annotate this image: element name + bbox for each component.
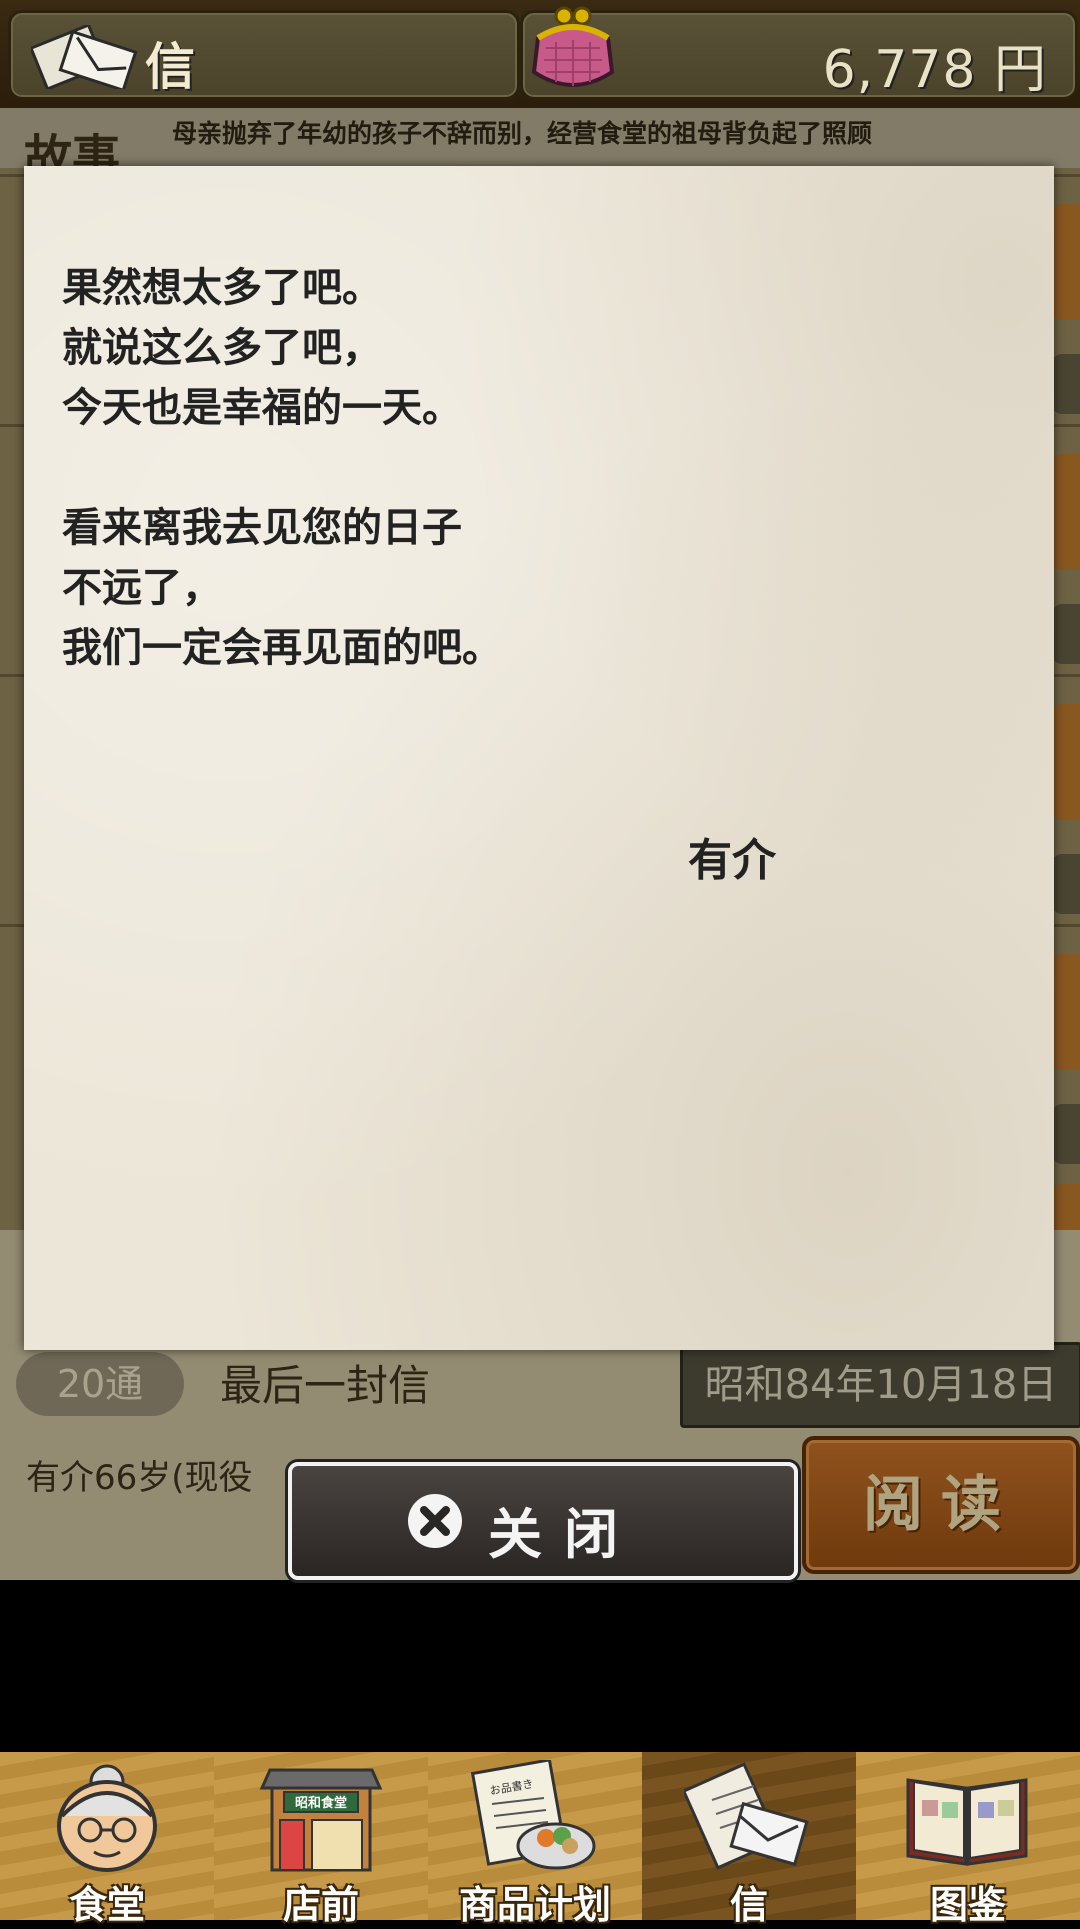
read-tab[interactable] — [1052, 454, 1080, 570]
story-text: 母亲抛弃了年幼的孩子不辞而别，经营食堂的祖母背负起了照顾 — [172, 119, 873, 148]
nav-label: 店前 — [282, 1883, 359, 1927]
letter-line: 不远了， — [62, 565, 222, 611]
menu-plan-icon: お品書き — [470, 1760, 596, 1870]
nav-item-product-plan[interactable]: お品書き 商品计划 — [428, 1752, 645, 1927]
letter-line: 果然想太多了吧。 — [62, 265, 382, 311]
grandma-icon — [57, 1764, 157, 1872]
purse-icon — [531, 6, 615, 87]
letter-line: 看来离我去见您的日子 — [62, 505, 462, 551]
read-button[interactable]: 阅读 — [802, 1436, 1080, 1574]
envelope-icon — [31, 25, 138, 89]
nav-label: 食堂 — [68, 1883, 145, 1927]
letter-body: 果然想太多了吧。 就说这么多了吧， 今天也是幸福的一天。 看来离我去见您的日子 … — [62, 258, 962, 678]
letter-count-badge: 20通 — [16, 1352, 184, 1416]
letter-line: 今天也是幸福的一天。 — [62, 385, 462, 431]
date-tab — [1052, 854, 1080, 914]
title-panel: 信 — [8, 10, 520, 100]
book-icon — [906, 1778, 1028, 1866]
nav-item-shop-front[interactable]: 昭和食堂 店前 — [214, 1752, 431, 1927]
nav-label: 信 — [729, 1883, 768, 1927]
shop-sign-text: 昭和食堂 — [295, 1795, 347, 1811]
letters-icon — [684, 1762, 809, 1870]
read-button-label: 阅读 — [863, 1470, 1019, 1540]
letter-description: 有介66岁(现役 — [26, 1458, 253, 1498]
date-tab — [1052, 604, 1080, 664]
close-icon — [408, 1494, 462, 1548]
nav-label: 商品计划 — [458, 1883, 611, 1927]
nav-label: 图鉴 — [929, 1883, 1006, 1927]
letter-line — [62, 438, 962, 498]
close-button-label: 关闭 — [488, 1503, 640, 1566]
letter-date: 昭和84年10月18日 — [680, 1342, 1080, 1428]
money-amount: 6,778 円 — [822, 40, 1047, 100]
shop-front-icon: 昭和食堂 — [259, 1768, 383, 1872]
nav-item-encyclopedia[interactable]: 图鉴 — [856, 1752, 1080, 1927]
read-tab[interactable] — [1052, 704, 1080, 820]
nav-item-canteen[interactable]: 食堂 — [0, 1752, 217, 1927]
letter-paper: 果然想太多了吧。 就说这么多了吧， 今天也是幸福的一天。 看来离我去见您的日子 … — [24, 166, 1054, 1350]
date-tab — [1052, 1104, 1080, 1164]
top-header: 信 6,778 円 — [0, 0, 1080, 108]
bottom-nav: 食堂 昭和食堂 店前 お品書き 商品计划 信 图鉴 — [0, 1752, 1080, 1927]
letter-line: 我们一定会再见面的吧。 — [62, 625, 502, 671]
close-button[interactable]: 关闭 — [288, 1462, 798, 1580]
letter-title: 最后一封信 — [220, 1361, 431, 1410]
story-band: 故事 母亲抛弃了年幼的孩子不辞而别，经营食堂的祖母背负起了照顾 — [0, 108, 1080, 186]
letter-line: 就说这么多了吧， — [62, 325, 382, 371]
page-title: 信 — [145, 38, 195, 96]
letter-signature: 有介 — [688, 835, 776, 886]
date-tab — [1052, 354, 1080, 414]
nav-item-letters[interactable]: 信 — [642, 1752, 859, 1927]
read-tab[interactable] — [1052, 954, 1080, 1070]
read-tab[interactable] — [1052, 204, 1080, 320]
